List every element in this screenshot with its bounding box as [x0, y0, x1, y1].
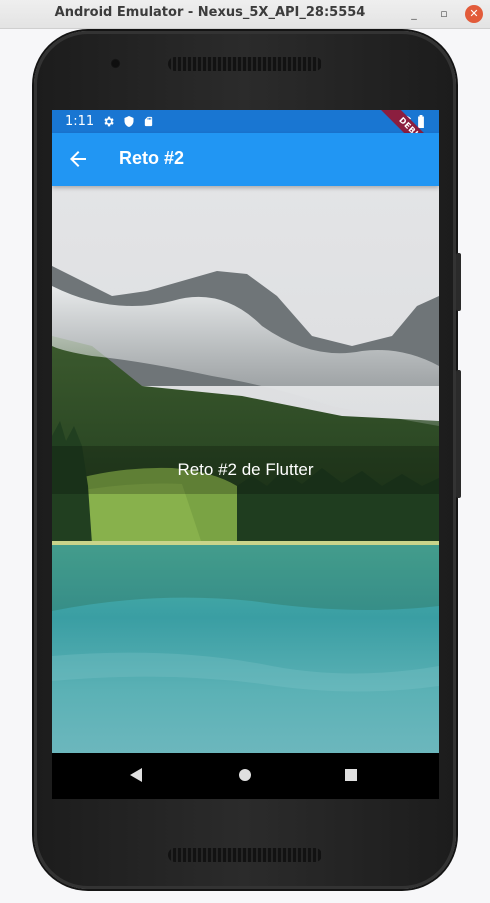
phone-screen: 1:11 Reto #2 Reto #2 de Flutter DEBUG [52, 110, 439, 799]
battery-icon [418, 115, 424, 128]
arrow-back-icon [70, 151, 86, 167]
recents-square-icon[interactable] [344, 767, 358, 783]
app-bar-title: Reto #2 [119, 148, 185, 168]
status-bar: 1:11 [52, 110, 439, 133]
power-button[interactable] [456, 253, 461, 311]
minimize-button[interactable]: _ [405, 5, 423, 23]
front-camera-icon [110, 58, 121, 69]
caption-text: Reto #2 de Flutter [177, 460, 314, 479]
close-button[interactable]: ✕ [465, 5, 483, 23]
back-triangle-icon[interactable] [128, 767, 144, 783]
shield-icon [124, 116, 134, 127]
back-button[interactable] [66, 147, 90, 171]
volume-rocker[interactable] [456, 370, 461, 498]
app-bar: Reto #2 [52, 133, 439, 186]
navigation-bar [52, 753, 439, 799]
top-speaker [168, 57, 322, 71]
emulator-titlebar: Android Emulator - Nexus_5X_API_28:5554 … [0, 0, 490, 29]
gear-icon [104, 116, 114, 127]
status-time: 1:11 [65, 114, 95, 129]
maximize-button[interactable]: ▫ [435, 5, 453, 23]
bottom-speaker [168, 848, 322, 862]
home-circle-icon[interactable] [238, 767, 252, 783]
sd-card-icon [144, 116, 153, 127]
